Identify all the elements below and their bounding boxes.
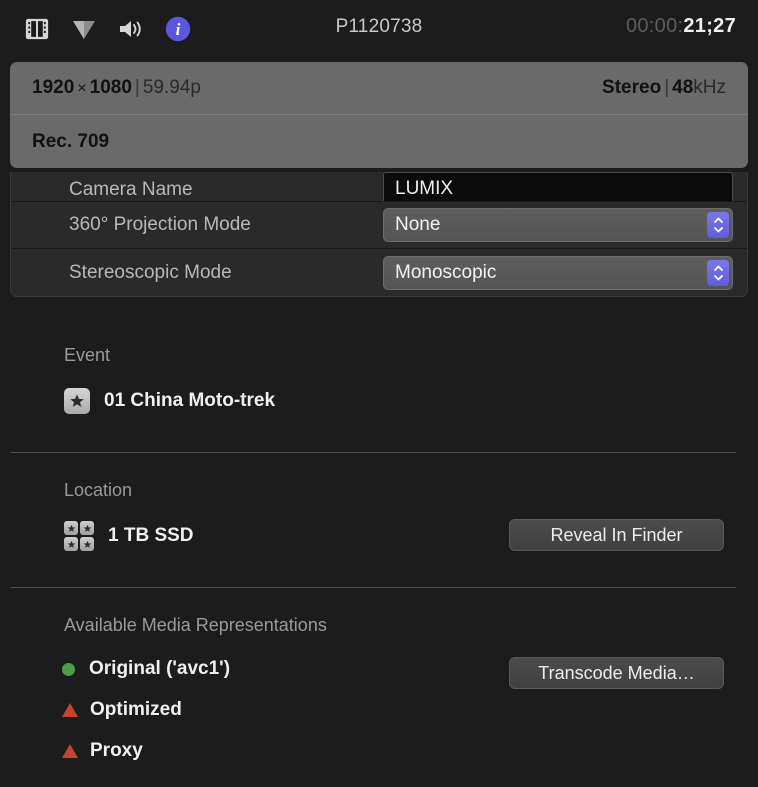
stereoscopic-mode-value-cell: Monoscopic	[383, 255, 747, 290]
projection-mode-value-cell: None	[383, 208, 747, 242]
property-row-camera-name: Camera Name LUMIX	[11, 172, 747, 202]
chevron-up-icon	[713, 217, 723, 223]
stereoscopic-mode-selected-value: Monoscopic	[395, 261, 497, 283]
transcode-media-button[interactable]: Transcode Media…	[509, 657, 724, 689]
library-cell	[64, 521, 78, 535]
projection-mode-popup[interactable]: None	[383, 208, 733, 242]
reveal-in-finder-button[interactable]: Reveal In Finder	[509, 519, 724, 551]
camera-name-value-cell: LUMIX	[383, 172, 747, 201]
media-representations-title: Available Media Representations	[64, 615, 327, 635]
status-available-circle-icon	[62, 662, 75, 676]
event-section: Event 01 China Moto-trek	[0, 345, 758, 414]
media-summary-panel: 1920 × 1080 | 59.94p Stereo | 48kHz Rec. 709	[10, 62, 748, 168]
chevron-up-icon	[713, 265, 723, 271]
dimension-separator-icon: ×	[77, 80, 87, 97]
divider-event-location	[10, 452, 736, 453]
stereoscopic-mode-stepper[interactable]	[707, 259, 729, 286]
camera-name-label: Camera Name	[69, 179, 193, 200]
camera-name-input[interactable]: LUMIX	[383, 172, 733, 201]
status-unavailable-triangle-icon	[62, 744, 78, 758]
video-format-summary: 1920 × 1080 | 59.94p	[32, 77, 201, 99]
timecode-display: 00:00:21;27	[626, 15, 736, 38]
event-section-title: Event	[64, 345, 111, 365]
projection-mode-selected-value: None	[395, 214, 441, 235]
property-row-stereoscopic-mode: Stereoscopic Mode Monoscopic	[11, 249, 747, 296]
audio-format-summary: Stereo | 48kHz	[602, 77, 726, 99]
stereoscopic-mode-popup[interactable]: Monoscopic	[383, 255, 733, 290]
status-unavailable-triangle-icon	[62, 703, 78, 717]
divider-location-media	[10, 587, 736, 588]
library-cell	[80, 537, 94, 551]
event-item[interactable]: 01 China Moto-trek	[0, 388, 758, 414]
library-cell	[80, 521, 94, 535]
timecode-seconds-frames: 21;27	[683, 15, 736, 37]
color-space-value: Rec. 709	[32, 130, 110, 152]
timecode-hours-minutes: 00:00:	[625, 15, 684, 37]
property-row-projection-mode: 360° Projection Mode None	[11, 202, 747, 249]
event-star-icon	[64, 388, 90, 414]
audio-sample-rate-number: 48	[672, 77, 694, 98]
clip-properties-table: Camera Name LUMIX 360° Projection Mode N…	[10, 172, 748, 297]
video-height: 1080	[89, 77, 132, 98]
location-section-title: Location	[64, 480, 133, 500]
audio-separator: |	[664, 77, 670, 98]
audio-channels: Stereo	[602, 77, 662, 98]
stereoscopic-mode-label: Stereoscopic Mode	[69, 261, 232, 283]
media-representation-label: Optimized	[90, 699, 182, 720]
chevron-down-icon	[713, 227, 723, 233]
video-frame-rate: 59.94p	[142, 77, 201, 98]
event-name: 01 China Moto-trek	[104, 390, 276, 411]
library-grid-icon	[64, 521, 94, 551]
location-name: 1 TB SSD	[108, 525, 194, 546]
media-representation-label: Proxy	[90, 740, 143, 761]
projection-mode-label: 360° Projection Mode	[69, 214, 251, 235]
projection-mode-stepper[interactable]	[707, 212, 729, 238]
summary-row-colorspace: Rec. 709	[10, 115, 748, 168]
inspector-window: i P1120738 00:00:21;27 1920 × 1080 | 59.94p …	[0, 0, 758, 787]
video-separator: |	[134, 77, 140, 98]
library-cell	[64, 537, 78, 551]
audio-sample-rate-unit: kHz	[693, 77, 726, 98]
summary-row-format: 1920 × 1080 | 59.94p Stereo | 48kHz	[10, 62, 748, 115]
inspector-toolbar: i P1120738 00:00:21;27	[0, 0, 758, 58]
chevron-down-icon	[713, 274, 723, 280]
media-representation-label: Original ('avc1')	[89, 658, 231, 679]
media-representation-row: Proxy	[0, 740, 758, 762]
video-width: 1920	[32, 77, 75, 98]
media-representation-row: Optimized	[0, 699, 758, 721]
